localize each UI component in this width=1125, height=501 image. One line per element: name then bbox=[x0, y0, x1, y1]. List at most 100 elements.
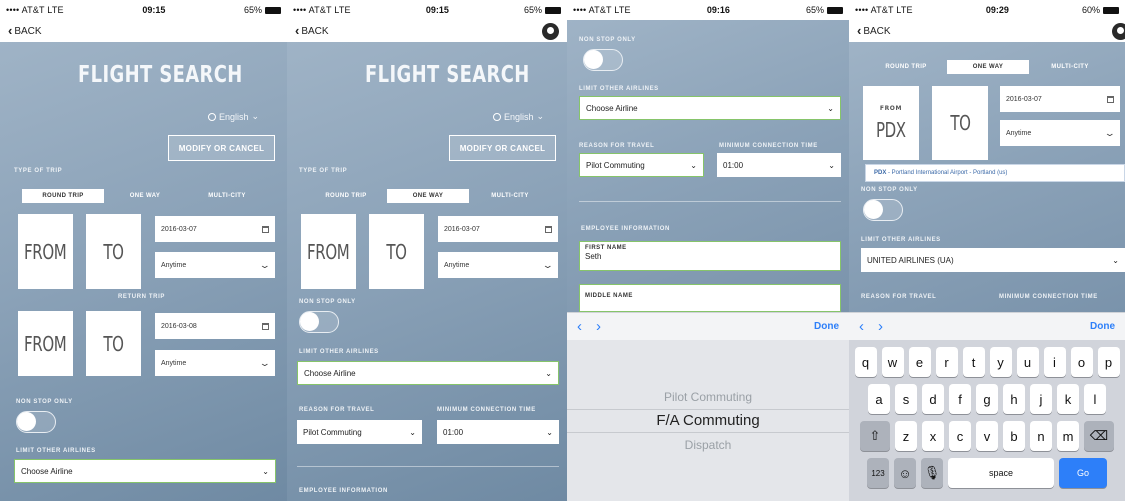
non-stop-toggle[interactable] bbox=[299, 311, 339, 333]
from-airport-box[interactable]: FROM PDX bbox=[863, 86, 919, 160]
emoji-icon[interactable]: ☺ bbox=[894, 458, 916, 488]
airline-select[interactable]: UNITED AIRLINES (UA) ⌄ bbox=[861, 248, 1125, 272]
airline-value: Choose Airline bbox=[304, 368, 356, 378]
depart-time-select[interactable]: Anytime ⌄ bbox=[1000, 120, 1120, 146]
return-to-box[interactable]: TO bbox=[86, 311, 141, 376]
key-n[interactable]: n bbox=[1030, 421, 1052, 451]
tab-one-way[interactable]: ONE WAY bbox=[947, 60, 1029, 74]
back-button[interactable]: ‹ BACK bbox=[295, 24, 329, 37]
key-w[interactable]: w bbox=[881, 347, 904, 377]
done-button[interactable]: Done bbox=[814, 321, 839, 332]
done-button[interactable]: Done bbox=[1090, 321, 1115, 332]
middle-name-field[interactable]: MIDDLE NAME bbox=[579, 284, 841, 312]
airport-suggestion[interactable]: PDX - Portland International Airport - P… bbox=[865, 164, 1125, 182]
from-airport-box[interactable]: FROM bbox=[301, 214, 356, 289]
min-connection-select[interactable]: 01:00 ⌄ bbox=[717, 153, 841, 177]
tab-round-trip[interactable]: ROUND TRIP bbox=[22, 189, 104, 203]
key-z[interactable]: z bbox=[895, 421, 917, 451]
modify-cancel-button[interactable]: MODIFY OR CANCEL bbox=[168, 135, 275, 161]
modify-cancel-button[interactable]: MODIFY OR CANCEL bbox=[449, 135, 556, 161]
key-k[interactable]: k bbox=[1057, 384, 1079, 414]
key-t[interactable]: t bbox=[962, 347, 985, 377]
key-h[interactable]: h bbox=[1003, 384, 1025, 414]
depart-date-field[interactable]: 2016-03-07 bbox=[1000, 86, 1120, 112]
key-e[interactable]: e bbox=[908, 347, 931, 377]
tab-multi-city[interactable]: MULTI-CITY bbox=[186, 189, 268, 203]
key-u[interactable]: u bbox=[1016, 347, 1039, 377]
tab-round-trip[interactable]: ROUND TRIP bbox=[305, 189, 387, 203]
tab-multi-city[interactable]: MULTI-CITY bbox=[1029, 60, 1111, 74]
numbers-key[interactable]: 123 bbox=[867, 458, 889, 488]
non-stop-toggle[interactable] bbox=[16, 411, 56, 433]
next-field-button[interactable]: › bbox=[596, 318, 601, 335]
nav-bar: ‹ BACK bbox=[287, 20, 567, 42]
airline-select[interactable]: Choose Airline ⌄ bbox=[297, 361, 559, 385]
to-airport-box[interactable]: TO bbox=[932, 86, 988, 160]
key-l[interactable]: l bbox=[1084, 384, 1106, 414]
to-airport-box[interactable]: TO bbox=[369, 214, 424, 289]
key-s[interactable]: s bbox=[895, 384, 917, 414]
from-airport-box[interactable]: FROM bbox=[18, 214, 73, 289]
airline-select[interactable]: Choose Airline ⌄ bbox=[579, 96, 841, 120]
status-bar: •••• AT&T LTE 09:15 65% bbox=[287, 0, 567, 20]
user-icon[interactable] bbox=[1112, 22, 1125, 40]
reason-select[interactable]: Pilot Commuting ⌄ bbox=[579, 153, 704, 177]
key-v[interactable]: v bbox=[976, 421, 998, 451]
key-j[interactable]: j bbox=[1030, 384, 1052, 414]
key-b[interactable]: b bbox=[1003, 421, 1025, 451]
key-d[interactable]: d bbox=[922, 384, 944, 414]
previous-field-button[interactable]: ‹ bbox=[859, 318, 864, 335]
key-x[interactable]: x bbox=[922, 421, 944, 451]
return-date-field[interactable]: 2016-03-08 bbox=[155, 313, 275, 339]
input-accessory-toolbar: ‹ › Done bbox=[849, 312, 1125, 340]
depart-date-field[interactable]: 2016-03-07 bbox=[155, 216, 275, 242]
to-airport-box[interactable]: TO bbox=[86, 214, 141, 289]
depart-date-value: 2016-03-07 bbox=[444, 225, 480, 233]
shift-icon[interactable]: ⇧ bbox=[860, 421, 890, 451]
min-connection-select[interactable]: 01:00 ⌄ bbox=[437, 420, 559, 444]
tab-round-trip[interactable]: ROUND TRIP bbox=[865, 60, 947, 74]
key-o[interactable]: o bbox=[1070, 347, 1093, 377]
back-button[interactable]: ‹ BACK bbox=[8, 24, 42, 37]
key-m[interactable]: m bbox=[1057, 421, 1079, 451]
language-selector[interactable]: English ⌄ bbox=[493, 111, 544, 122]
picker-option[interactable]: Pilot Commuting bbox=[664, 385, 752, 409]
backspace-icon[interactable]: ⌫ bbox=[1084, 421, 1114, 451]
user-icon[interactable] bbox=[542, 22, 559, 40]
return-from-box[interactable]: FROM bbox=[18, 311, 73, 376]
tab-one-way[interactable]: ONE WAY bbox=[104, 189, 186, 203]
chevron-down-icon: ⌄ bbox=[536, 111, 545, 121]
back-button[interactable]: ‹ BACK bbox=[857, 24, 891, 37]
picker-option-selected[interactable]: F/A Commuting bbox=[567, 408, 849, 433]
previous-field-button[interactable]: ‹ bbox=[577, 318, 582, 335]
next-field-button[interactable]: › bbox=[878, 318, 883, 335]
depart-date-field[interactable]: 2016-03-07 bbox=[438, 216, 558, 242]
microphone-icon[interactable]: 🎙 bbox=[921, 458, 943, 488]
non-stop-toggle[interactable] bbox=[863, 199, 903, 221]
tab-one-way[interactable]: ONE WAY bbox=[387, 189, 469, 203]
keyboard-row-3-letters: zxcvbnm bbox=[895, 421, 1079, 451]
space-key[interactable]: space bbox=[948, 458, 1054, 488]
first-name-field[interactable]: FIRST NAME Seth bbox=[579, 241, 841, 271]
reason-select[interactable]: Pilot Commuting ⌄ bbox=[297, 420, 422, 444]
language-selector[interactable]: English ⌄ bbox=[208, 111, 259, 122]
go-key[interactable]: Go bbox=[1059, 458, 1107, 488]
picker-option[interactable]: Dispatch bbox=[685, 433, 732, 457]
key-p[interactable]: p bbox=[1097, 347, 1120, 377]
depart-time-select[interactable]: Anytime ⌄ bbox=[438, 252, 558, 278]
key-r[interactable]: r bbox=[935, 347, 958, 377]
key-a[interactable]: a bbox=[868, 384, 890, 414]
key-q[interactable]: q bbox=[854, 347, 877, 377]
tab-multi-city[interactable]: MULTI-CITY bbox=[469, 189, 551, 203]
key-y[interactable]: y bbox=[989, 347, 1012, 377]
key-f[interactable]: f bbox=[949, 384, 971, 414]
return-time-select[interactable]: Anytime ⌄ bbox=[155, 350, 275, 376]
depart-time-select[interactable]: Anytime ⌄ bbox=[155, 252, 275, 278]
key-c[interactable]: c bbox=[949, 421, 971, 451]
battery-percent: 60% bbox=[1081, 5, 1100, 15]
non-stop-toggle[interactable] bbox=[583, 49, 623, 71]
key-g[interactable]: g bbox=[976, 384, 998, 414]
airline-select[interactable]: Choose Airline ⌄ bbox=[14, 459, 276, 483]
key-i[interactable]: i bbox=[1043, 347, 1066, 377]
reason-picker-wheel[interactable]: Pilot Commuting F/A Commuting Dispatch bbox=[567, 340, 849, 501]
